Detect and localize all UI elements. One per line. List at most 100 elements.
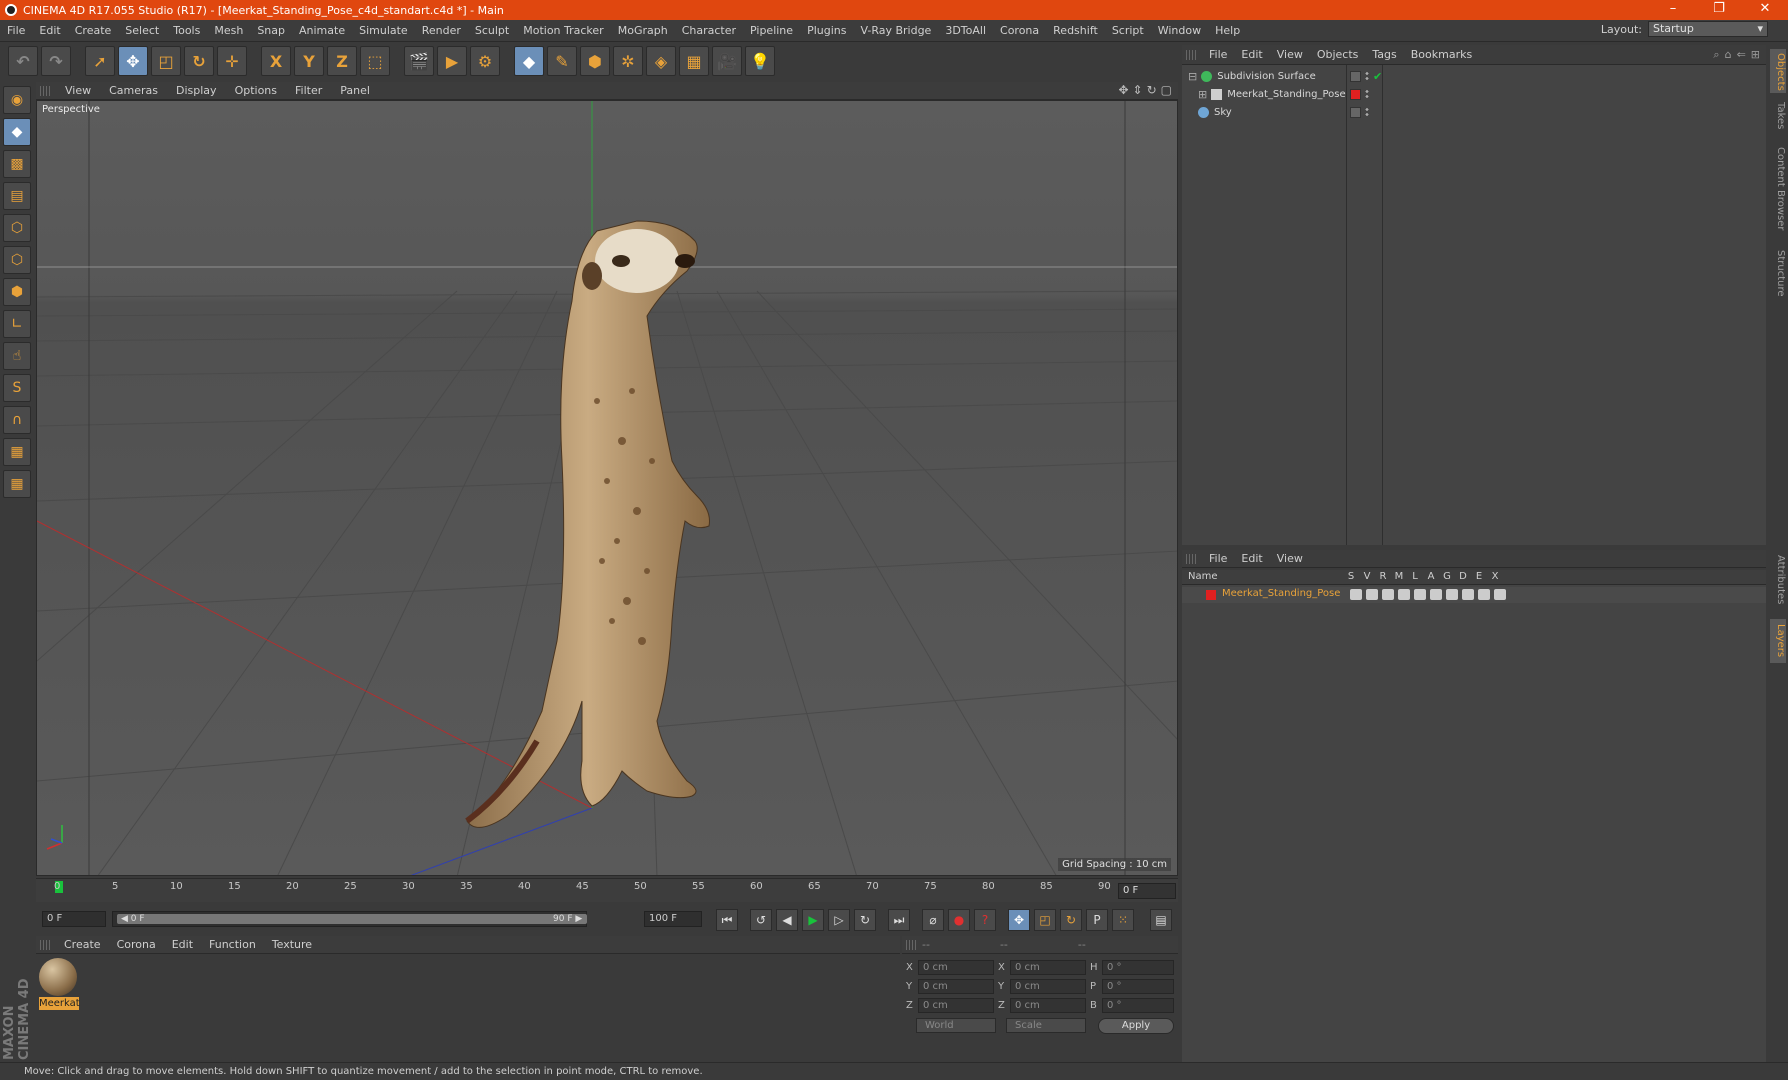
menu-mograph[interactable]: MoGraph <box>611 24 675 37</box>
deformer-flag-icon[interactable] <box>1462 589 1474 600</box>
menu-simulate[interactable]: Simulate <box>352 24 415 37</box>
range-slider[interactable]: ◀ 0 F 90 F ▶ <box>112 911 587 927</box>
key-scale-icon[interactable]: ◰ <box>1034 909 1056 931</box>
live-selection-icon[interactable]: ➚ <box>85 46 115 76</box>
orbit-icon[interactable]: ↻ <box>1147 83 1157 97</box>
object-row-sky[interactable]: Sky <box>1182 103 1766 121</box>
om-menu-bookmarks[interactable]: Bookmarks <box>1404 48 1479 61</box>
menu-help[interactable]: Help <box>1208 24 1247 37</box>
subdivision-surface-icon[interactable]: ⬢ <box>580 46 610 76</box>
size-y-field[interactable]: 0 cm <box>1010 979 1086 994</box>
layer-name[interactable]: Meerkat_Standing_Pose <box>1222 588 1340 599</box>
previous-frame-icon[interactable]: ◀ <box>776 909 798 931</box>
menu-select[interactable]: Select <box>118 24 166 37</box>
move-tool-icon[interactable]: ✥ <box>118 46 148 76</box>
redo-icon[interactable]: ↷ <box>41 46 71 76</box>
visibility-dots-icon[interactable] <box>1365 71 1369 81</box>
om-menu-tags[interactable]: Tags <box>1365 48 1403 61</box>
lm-menu-view[interactable]: View <box>1270 552 1310 565</box>
render-view-icon[interactable]: 🎬 <box>404 46 434 76</box>
menu-animate[interactable]: Animate <box>292 24 352 37</box>
render-flag-icon[interactable] <box>1382 589 1394 600</box>
start-frame-field[interactable]: 0 F <box>42 911 106 927</box>
viewport-menu-filter[interactable]: Filter <box>286 84 331 97</box>
floor-icon[interactable]: ▦ <box>679 46 709 76</box>
viewport-menu-view[interactable]: View <box>56 84 100 97</box>
panel-grip-icon[interactable] <box>40 939 50 950</box>
z-axis-lock-button[interactable]: Z <box>327 46 357 76</box>
maximize-view-icon[interactable]: ▢ <box>1161 83 1172 97</box>
end-frame-field[interactable]: 100 F <box>644 911 702 927</box>
position-z-field[interactable]: 0 cm <box>918 998 994 1013</box>
tab-objects[interactable]: Objects <box>1770 49 1786 93</box>
model-mode-icon[interactable]: ◆ <box>3 118 31 146</box>
apply-button[interactable]: Apply <box>1098 1018 1174 1034</box>
deformer-icon[interactable]: ◈ <box>646 46 676 76</box>
tab-takes[interactable]: Takes <box>1770 97 1786 135</box>
panel-grip-icon[interactable] <box>906 939 916 950</box>
go-to-end-icon[interactable]: ⏭ <box>888 909 910 931</box>
timeline-window-icon[interactable]: ▤ <box>1150 909 1172 931</box>
points-mode-icon[interactable]: ⬡ <box>3 214 31 242</box>
workplane-lock-icon[interactable]: ▦ <box>3 438 31 466</box>
layer-color-tag-icon[interactable] <box>1350 88 1361 100</box>
collapse-icon[interactable]: ⊟ <box>1188 70 1197 83</box>
manager-flag-icon[interactable] <box>1398 589 1410 600</box>
key-param-icon[interactable]: P <box>1086 909 1108 931</box>
go-to-start-icon[interactable]: ⏮ <box>716 909 738 931</box>
menu-plugins[interactable]: Plugins <box>800 24 853 37</box>
solo-flag-icon[interactable] <box>1350 589 1362 600</box>
menu-pipeline[interactable]: Pipeline <box>743 24 800 37</box>
size-mode-select[interactable]: Scale <box>1006 1018 1086 1033</box>
menu-script[interactable]: Script <box>1105 24 1151 37</box>
next-key-icon[interactable]: ↻ <box>854 909 876 931</box>
menu-sculpt[interactable]: Sculpt <box>468 24 516 37</box>
rotation-b-field[interactable]: 0 ° <box>1102 998 1174 1013</box>
menu-vray-bridge[interactable]: V-Ray Bridge <box>853 24 938 37</box>
recent-tool-icon[interactable]: ✛ <box>217 46 247 76</box>
pan-icon[interactable]: ✥ <box>1118 83 1128 97</box>
back-icon[interactable]: ⇐ <box>1737 48 1746 62</box>
home-icon[interactable]: ⌂ <box>1725 48 1732 62</box>
layer-row[interactable]: Meerkat_Standing_Pose <box>1182 587 1766 603</box>
render-picture-viewer-icon[interactable]: ▶ <box>437 46 467 76</box>
layout-icon[interactable]: ⊞ <box>1751 48 1760 62</box>
workplane-icon[interactable]: ▤ <box>3 182 31 210</box>
key-position-icon[interactable]: ✥ <box>1008 909 1030 931</box>
menu-create[interactable]: Create <box>68 24 119 37</box>
record-keys-icon[interactable]: ● <box>948 909 970 931</box>
material-menu-texture[interactable]: Texture <box>264 938 320 951</box>
rotate-tool-icon[interactable]: ↻ <box>184 46 214 76</box>
panel-grip-icon[interactable] <box>1186 49 1196 60</box>
menu-motion-tracker[interactable]: Motion Tracker <box>516 24 610 37</box>
cube-object-icon[interactable]: ◆ <box>514 46 544 76</box>
dolly-icon[interactable]: ⇕ <box>1133 83 1143 97</box>
play-forward-icon[interactable]: ▶ <box>802 909 824 931</box>
polygons-mode-icon[interactable]: ⬢ <box>3 278 31 306</box>
minimize-button[interactable]: – <box>1650 0 1696 20</box>
grid-snap-icon[interactable]: ▦ <box>3 470 31 498</box>
material-menu-edit[interactable]: Edit <box>164 938 201 951</box>
edit-render-settings-icon[interactable]: ⚙ <box>470 46 500 76</box>
material-meerkat[interactable]: Meerkat <box>39 958 80 1010</box>
material-menu-create[interactable]: Create <box>56 938 109 951</box>
menu-render[interactable]: Render <box>415 24 468 37</box>
cloner-icon[interactable]: ✲ <box>613 46 643 76</box>
previous-key-icon[interactable]: ↺ <box>750 909 772 931</box>
timeline-track[interactable]: 0 5 10 15 20 25 30 35 40 45 50 55 60 65 … <box>46 879 1111 903</box>
layer-tag-icon[interactable] <box>1350 106 1361 118</box>
object-row-subdivision-surface[interactable]: ⊟ Subdivision Surface ✔ <box>1182 67 1766 85</box>
menu-redshift[interactable]: Redshift <box>1046 24 1105 37</box>
scale-tool-icon[interactable]: ◰ <box>151 46 181 76</box>
om-menu-edit[interactable]: Edit <box>1234 48 1269 61</box>
material-menu-corona[interactable]: Corona <box>109 938 164 951</box>
view-flag-icon[interactable] <box>1366 589 1378 600</box>
expand-icon[interactable]: ⊞ <box>1198 88 1207 101</box>
layout-select[interactable]: Startup <box>1648 21 1768 37</box>
x-axis-lock-button[interactable]: X <box>261 46 291 76</box>
tab-layers[interactable]: Layers <box>1770 619 1786 663</box>
key-rotation-icon[interactable]: ↻ <box>1060 909 1082 931</box>
search-icon[interactable]: ⌕ <box>1713 48 1719 62</box>
menu-3dtoall[interactable]: 3DToAll <box>938 24 993 37</box>
menu-corona[interactable]: Corona <box>993 24 1046 37</box>
